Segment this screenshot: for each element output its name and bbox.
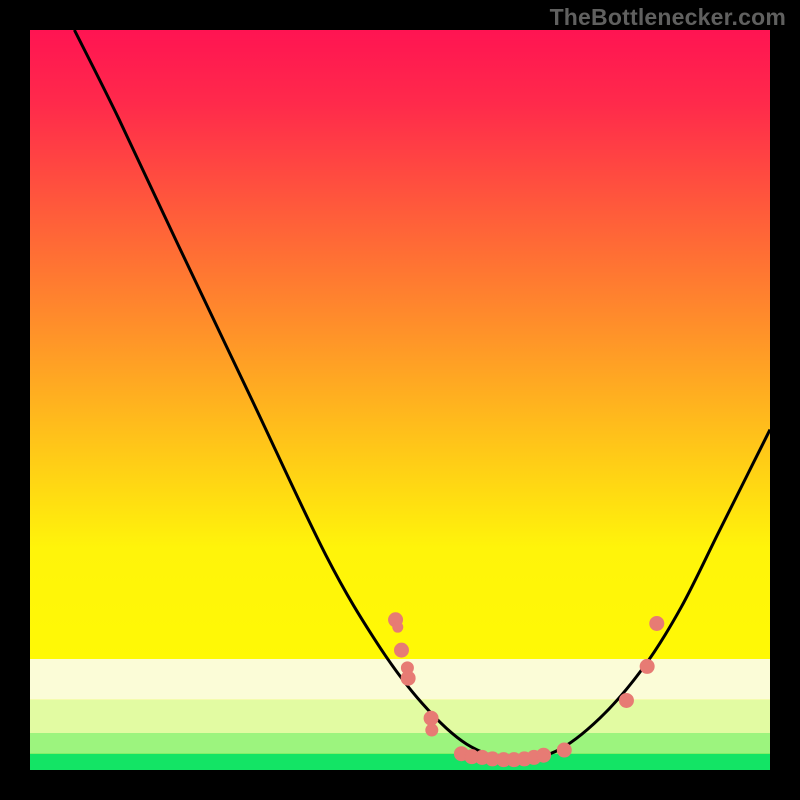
data-point (619, 693, 633, 707)
data-point (401, 671, 415, 685)
data-point (426, 724, 438, 736)
data-point (394, 643, 408, 657)
data-point (424, 711, 438, 725)
data-point (393, 622, 403, 632)
bottleneck-plot (0, 0, 800, 800)
data-point (537, 748, 551, 762)
data-point (650, 616, 664, 630)
data-point (640, 659, 654, 673)
chart-stage: TheBottlenecker.com (0, 0, 800, 800)
data-point (557, 743, 571, 757)
watermark-text: TheBottlenecker.com (550, 4, 786, 31)
